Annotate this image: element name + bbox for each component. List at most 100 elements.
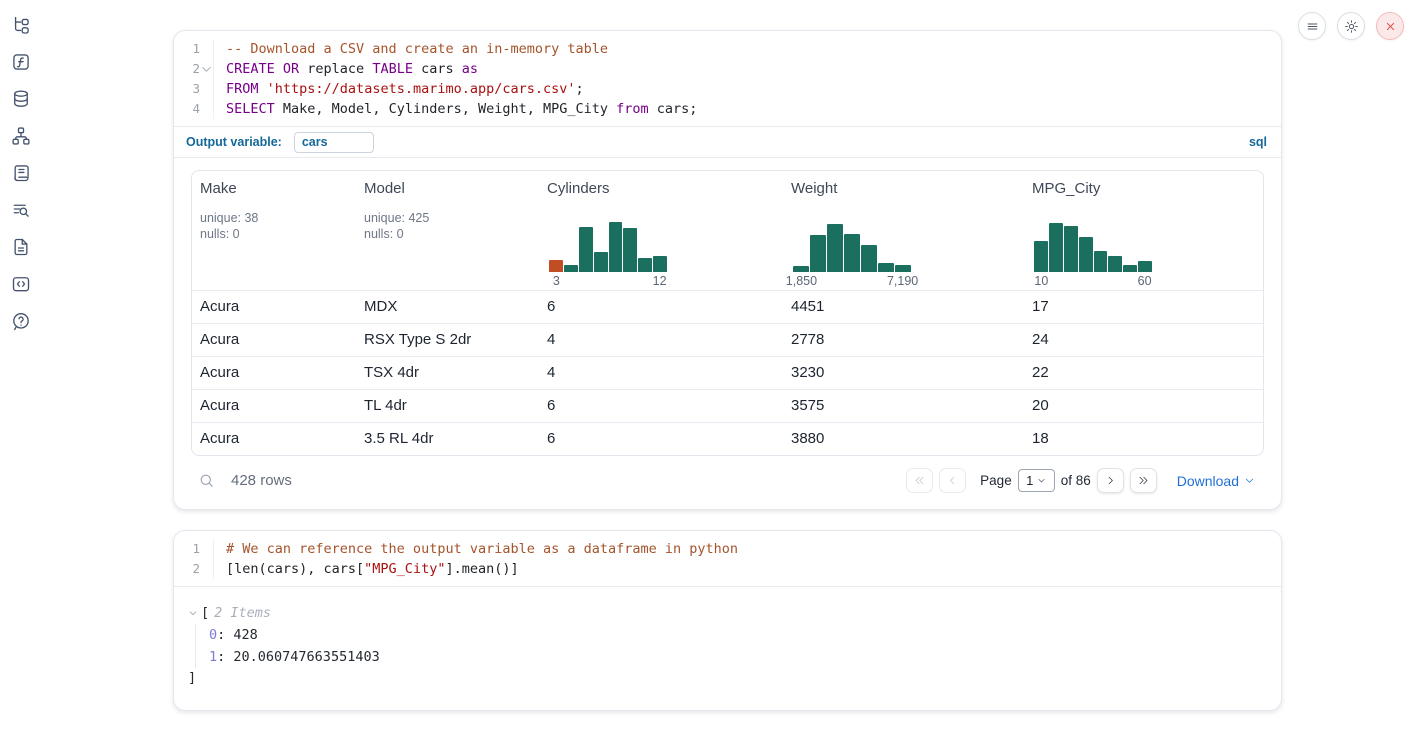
last-page-button[interactable] xyxy=(1130,468,1157,493)
sidebar-item-dependencies[interactable] xyxy=(10,125,32,147)
chevron-left-icon xyxy=(946,474,959,487)
column-header-make[interactable]: Makeunique: 38nulls: 0 xyxy=(192,171,356,290)
code-line: 1# We can reference the output variable … xyxy=(180,539,1281,559)
tree-items: 0: 4281: 20.060747663551403 xyxy=(195,624,1261,668)
table-cell: 4451 xyxy=(783,291,1024,323)
cylinders-histogram: 3 12 xyxy=(549,220,667,290)
histogram-bar xyxy=(861,245,877,272)
histogram-bar xyxy=(810,235,826,272)
first-page-button[interactable] xyxy=(906,468,933,493)
chevron-down-icon xyxy=(1244,475,1255,486)
table-cell: 4 xyxy=(539,357,783,389)
sidebar-item-datasources[interactable] xyxy=(10,88,32,110)
code-text: FROM 'https://datasets.marimo.app/cars.c… xyxy=(226,79,584,99)
code-line: 2[len(cars), cars["MPG_City"].mean()] xyxy=(180,559,1281,579)
column-header-weight[interactable]: Weight1,8507,190 xyxy=(783,171,1024,290)
download-button[interactable]: Download xyxy=(1177,473,1255,489)
table-row: AcuraRSX Type S 2dr4277824 xyxy=(192,323,1263,356)
table-header: Makeunique: 38nulls: 0Modelunique: 425nu… xyxy=(192,171,1263,290)
sidebar-item-documentation[interactable] xyxy=(10,236,32,258)
column-title: Weight xyxy=(791,180,1020,197)
table-cell: 20 xyxy=(1024,390,1263,422)
table-footer: 428 rows Page 1 of 86 xyxy=(191,456,1264,503)
output-variable-input[interactable] xyxy=(294,132,374,153)
fold-toggle-icon[interactable] xyxy=(200,59,214,79)
sidebar-item-variables[interactable] xyxy=(10,51,32,73)
python-code-editor[interactable]: 1# We can reference the output variable … xyxy=(174,531,1281,586)
search-icon[interactable] xyxy=(198,472,215,489)
sql-code-editor[interactable]: 1-- Download a CSV and create an in-memo… xyxy=(174,31,1281,126)
table-cell: MDX xyxy=(356,291,539,323)
histogram-bar xyxy=(564,265,578,272)
database-icon xyxy=(11,89,31,109)
table-cell: Acura xyxy=(192,324,356,356)
scroll-icon xyxy=(11,163,31,183)
histogram-bar xyxy=(1108,256,1122,272)
table-cell: Acura xyxy=(192,390,356,422)
document-icon xyxy=(11,237,31,257)
table-cell: TSX 4dr xyxy=(356,357,539,389)
prev-page-button[interactable] xyxy=(939,468,966,493)
table-cell: 3230 xyxy=(783,357,1024,389)
histogram-bar xyxy=(878,263,894,272)
sidebar-item-file-explorer[interactable] xyxy=(10,14,32,36)
histogram-bar xyxy=(827,224,843,272)
column-header-model[interactable]: Modelunique: 425nulls: 0 xyxy=(356,171,539,290)
language-badge: sql xyxy=(1249,135,1267,149)
page-select[interactable]: 1 xyxy=(1018,469,1055,492)
fold-gutter xyxy=(200,539,214,559)
histogram-bar xyxy=(1049,223,1063,272)
python-cell: 1 # We can reference the output variable … xyxy=(173,530,1282,711)
hamburger-icon xyxy=(1305,19,1320,34)
line-number: 3 xyxy=(180,79,200,99)
code-line: 2CREATE OR replace TABLE cars as xyxy=(180,59,1281,79)
histogram-bar xyxy=(623,228,637,272)
function-icon xyxy=(11,52,31,72)
data-table: Makeunique: 38nulls: 0Modelunique: 425nu… xyxy=(191,170,1264,456)
sidebar-item-outline[interactable] xyxy=(10,199,32,221)
row-count: 428 rows xyxy=(231,472,292,489)
sidebar-item-logs[interactable] xyxy=(10,162,32,184)
column-header-mpg_city[interactable]: MPG_City 1060 xyxy=(1024,171,1263,290)
histogram-bar xyxy=(594,252,608,272)
gear-icon xyxy=(1344,19,1359,34)
settings-button[interactable] xyxy=(1337,12,1365,40)
table-cell: Acura xyxy=(192,423,356,455)
table-cell: 17 xyxy=(1024,291,1263,323)
histogram-max-label: 12 xyxy=(653,274,667,288)
table-row: Acura3.5 RL 4dr6388018 xyxy=(192,422,1263,455)
chevrons-left-icon xyxy=(913,474,926,487)
list-search-icon xyxy=(11,200,31,220)
column-header-cylinders[interactable]: Cylinders 3 12 xyxy=(539,171,783,290)
sidebar-item-snippets[interactable] xyxy=(10,273,32,295)
chevrons-right-icon xyxy=(1137,474,1150,487)
table-row: AcuraMDX6445117 xyxy=(192,290,1263,323)
column-title: Cylinders xyxy=(547,180,779,197)
output-variable-label: Output variable: xyxy=(186,135,282,149)
histogram-bar xyxy=(1123,265,1137,272)
table-cell: 6 xyxy=(539,390,783,422)
mpg_city-histogram: 1060 xyxy=(1034,220,1152,290)
histogram-bar xyxy=(609,222,623,272)
table-body: AcuraMDX6445117AcuraRSX Type S 2dr427782… xyxy=(192,290,1263,455)
histogram-min-label: 3 xyxy=(553,274,560,288)
histogram-bar xyxy=(895,265,911,272)
help-circle-icon xyxy=(11,311,31,331)
item-key: 1 xyxy=(209,649,217,665)
next-page-button[interactable] xyxy=(1097,468,1124,493)
shutdown-button[interactable] xyxy=(1376,12,1404,40)
close-bracket: ] xyxy=(188,668,1261,688)
file-tree-icon xyxy=(11,15,31,35)
column-title: MPG_City xyxy=(1032,180,1259,197)
menu-button[interactable] xyxy=(1298,12,1326,40)
table-cell: 4 xyxy=(539,324,783,356)
collapse-toggle-icon[interactable] xyxy=(188,608,198,618)
code-line: 3 FROM 'https://datasets.marimo.app/cars.… xyxy=(180,79,1281,99)
code-text: # We can reference the output variable a… xyxy=(226,539,738,559)
histogram-bar xyxy=(1079,237,1093,272)
chevron-right-icon xyxy=(1104,474,1117,487)
histogram-bar xyxy=(1064,226,1078,272)
item-key: 0 xyxy=(209,627,217,643)
histogram-min-label: 10 xyxy=(1034,274,1048,288)
sidebar-item-feedback[interactable] xyxy=(10,310,32,332)
